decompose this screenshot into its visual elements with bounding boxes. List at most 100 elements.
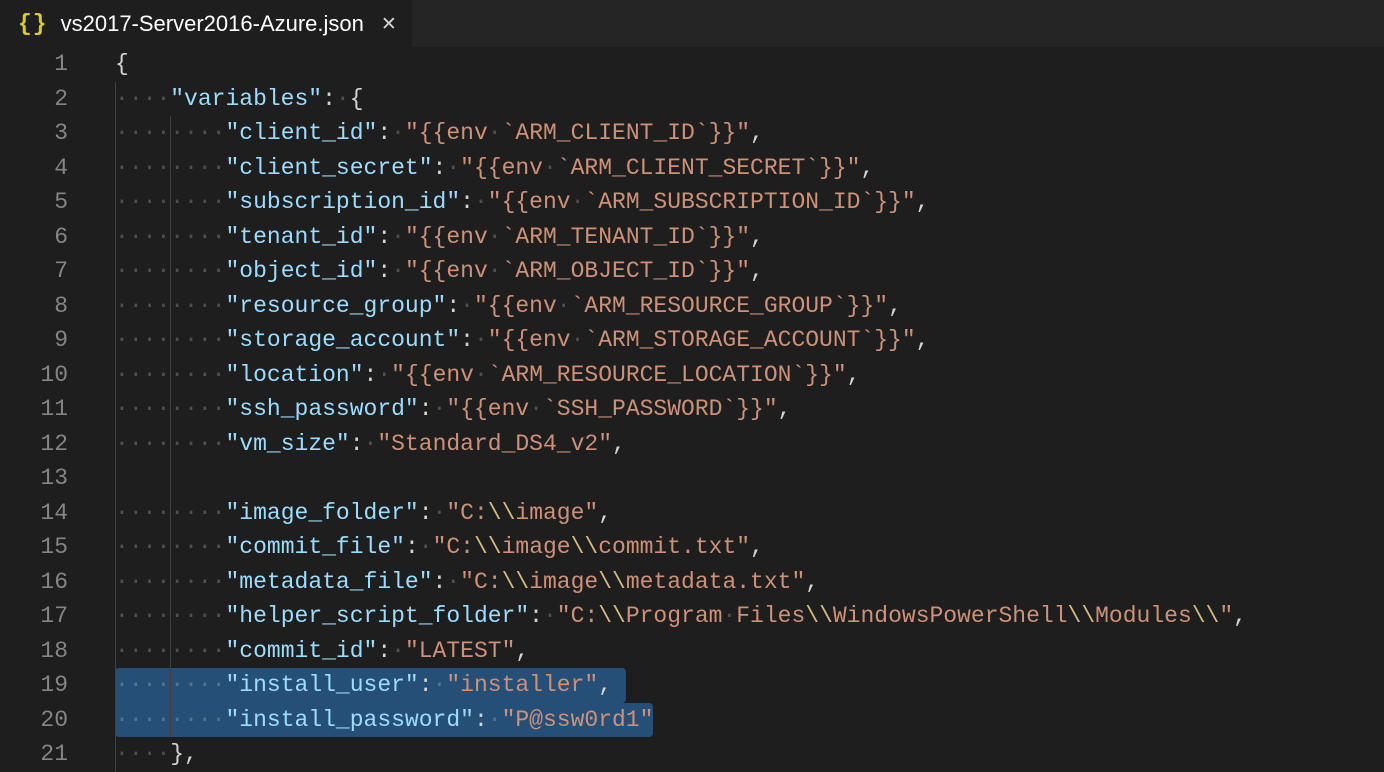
file-tab[interactable]: {} vs2017-Server2016-Azure.json ✕ bbox=[0, 0, 412, 47]
line-number[interactable]: 6 bbox=[0, 220, 115, 255]
line-number[interactable]: 11 bbox=[0, 392, 115, 427]
line-number[interactable]: 10 bbox=[0, 358, 115, 393]
tab-bar: {} vs2017-Server2016-Azure.json ✕ bbox=[0, 0, 1384, 47]
code-line[interactable]: 10········"location":·"{{env·`ARM_RESOUR… bbox=[0, 358, 1384, 393]
whitespace-dot: · bbox=[115, 638, 129, 664]
code-line-content[interactable] bbox=[115, 461, 1384, 496]
code-line[interactable]: 1{ bbox=[0, 47, 1384, 82]
whitespace-dot: · bbox=[156, 569, 170, 595]
code-line[interactable]: 19········"install_user":·"installer", bbox=[0, 668, 1384, 703]
code-line[interactable]: 2····"variables":·{ bbox=[0, 82, 1384, 117]
code-line-content[interactable]: ········"location":·"{{env·`ARM_RESOURCE… bbox=[115, 358, 1384, 393]
code-line-content[interactable]: ········"helper_script_folder":·"C:\\Pro… bbox=[115, 599, 1384, 634]
code-line-content[interactable]: ········"install_password":·"P@ssw0rd1" bbox=[115, 703, 1384, 738]
line-number[interactable]: 14 bbox=[0, 496, 115, 531]
code-line-content[interactable]: ········"client_secret":·"{{env·`ARM_CLI… bbox=[115, 151, 1384, 186]
code-line[interactable]: 14········"image_folder":·"C:\\image", bbox=[0, 496, 1384, 531]
code-line[interactable]: 13 bbox=[0, 461, 1384, 496]
whitespace-dot: · bbox=[212, 327, 226, 353]
line-number[interactable]: 20 bbox=[0, 703, 115, 738]
whitespace-dot: · bbox=[143, 603, 157, 629]
whitespace-dot: · bbox=[198, 224, 212, 250]
code-line[interactable]: 16········"metadata_file":·"C:\\image\\m… bbox=[0, 565, 1384, 600]
code-line-content[interactable]: ········"vm_size":·"Standard_DS4_v2", bbox=[115, 427, 1384, 462]
code-line[interactable]: 9········"storage_account":·"{{env·`ARM_… bbox=[0, 323, 1384, 358]
whitespace-dot: · bbox=[419, 534, 433, 560]
code-line-content[interactable]: ········"install_user":·"installer", bbox=[115, 668, 1384, 703]
code-line-content[interactable]: ····"variables":·{ bbox=[115, 82, 1384, 117]
tab-close-icon[interactable]: ✕ bbox=[381, 13, 397, 35]
whitespace-dot: · bbox=[156, 293, 170, 319]
code-line[interactable]: 21····}, bbox=[0, 737, 1384, 772]
code-line[interactable]: 15········"commit_file":·"C:\\image\\com… bbox=[0, 530, 1384, 565]
code-line-content[interactable]: ········"tenant_id":·"{{env·`ARM_TENANT_… bbox=[115, 220, 1384, 255]
code-editor[interactable]: 1{2····"variables":·{3········"client_id… bbox=[0, 47, 1384, 772]
code-line[interactable]: 4········"client_secret":·"{{env·`ARM_CL… bbox=[0, 151, 1384, 186]
whitespace-dot: · bbox=[170, 638, 184, 664]
whitespace-dot: · bbox=[115, 534, 129, 560]
line-number[interactable]: 17 bbox=[0, 599, 115, 634]
whitespace-dot: · bbox=[198, 327, 212, 353]
code-line[interactable]: 6········"tenant_id":·"{{env·`ARM_TENANT… bbox=[0, 220, 1384, 255]
code-line-content[interactable]: { bbox=[115, 47, 1384, 82]
code-line-content[interactable]: ········"resource_group":·"{{env·`ARM_RE… bbox=[115, 289, 1384, 324]
code-line[interactable]: 17········"helper_script_folder":·"C:\\P… bbox=[0, 599, 1384, 634]
line-number[interactable]: 5 bbox=[0, 185, 115, 220]
line-number[interactable]: 9 bbox=[0, 323, 115, 358]
whitespace-dot: · bbox=[170, 258, 184, 284]
line-number[interactable]: 18 bbox=[0, 634, 115, 669]
whitespace-dot: · bbox=[115, 155, 129, 181]
whitespace-dot: · bbox=[129, 155, 143, 181]
code-line[interactable]: 12········"vm_size":·"Standard_DS4_v2", bbox=[0, 427, 1384, 462]
whitespace-dot: · bbox=[184, 155, 198, 181]
whitespace-dot: · bbox=[156, 189, 170, 215]
code-line-content[interactable]: ········"commit_id":·"LATEST", bbox=[115, 634, 1384, 669]
code-line-content[interactable]: ········"ssh_password":·"{{env·`SSH_PASS… bbox=[115, 392, 1384, 427]
code-line-content[interactable]: ········"subscription_id":·"{{env·`ARM_S… bbox=[115, 185, 1384, 220]
whitespace-dot: · bbox=[391, 120, 405, 146]
whitespace-dot: · bbox=[391, 638, 405, 664]
indent-guide bbox=[115, 461, 116, 496]
code-line-content[interactable]: ········"storage_account":·"{{env·`ARM_S… bbox=[115, 323, 1384, 358]
whitespace-dot: · bbox=[115, 327, 129, 353]
code-line-content[interactable]: ········"image_folder":·"C:\\image", bbox=[115, 496, 1384, 531]
whitespace-dot: · bbox=[488, 120, 502, 146]
code-line-content[interactable]: ····}, bbox=[115, 737, 1384, 772]
line-number[interactable]: 15 bbox=[0, 530, 115, 565]
code-line[interactable]: 8········"resource_group":·"{{env·`ARM_R… bbox=[0, 289, 1384, 324]
line-number[interactable]: 12 bbox=[0, 427, 115, 462]
code-text: { bbox=[115, 51, 129, 77]
code-line-content[interactable]: ········"object_id":·"{{env·`ARM_OBJECT_… bbox=[115, 254, 1384, 289]
line-number[interactable]: 13 bbox=[0, 461, 115, 496]
code-line[interactable]: 18········"commit_id":·"LATEST", bbox=[0, 634, 1384, 669]
line-number[interactable]: 4 bbox=[0, 151, 115, 186]
code-line-content[interactable]: ········"client_id":·"{{env·`ARM_CLIENT_… bbox=[115, 116, 1384, 151]
whitespace-dot: · bbox=[156, 741, 170, 767]
line-number[interactable]: 21 bbox=[0, 737, 115, 772]
line-number[interactable]: 16 bbox=[0, 565, 115, 600]
line-number[interactable]: 1 bbox=[0, 47, 115, 82]
whitespace-dot: · bbox=[156, 86, 170, 112]
code-line-content[interactable]: ········"metadata_file":·"C:\\image\\met… bbox=[115, 565, 1384, 600]
whitespace-dot: · bbox=[143, 707, 157, 733]
whitespace-dot: · bbox=[446, 569, 460, 595]
code-line[interactable]: 5········"subscription_id":·"{{env·`ARM_… bbox=[0, 185, 1384, 220]
line-number[interactable]: 3 bbox=[0, 116, 115, 151]
code-text: ········"image_folder":·"C:\\image", bbox=[115, 500, 612, 526]
code-line-content[interactable]: ········"commit_file":·"C:\\image\\commi… bbox=[115, 530, 1384, 565]
code-line[interactable]: 20········"install_password":·"P@ssw0rd1… bbox=[0, 703, 1384, 738]
line-number[interactable]: 2 bbox=[0, 82, 115, 117]
whitespace-dot: · bbox=[143, 120, 157, 146]
whitespace-dot: · bbox=[143, 569, 157, 595]
code-line[interactable]: 11········"ssh_password":·"{{env·`SSH_PA… bbox=[0, 392, 1384, 427]
whitespace-dot: · bbox=[129, 362, 143, 388]
whitespace-dot: · bbox=[115, 362, 129, 388]
whitespace-dot: · bbox=[212, 189, 226, 215]
whitespace-dot: · bbox=[198, 431, 212, 457]
line-number[interactable]: 7 bbox=[0, 254, 115, 289]
line-number[interactable]: 19 bbox=[0, 668, 115, 703]
code-line[interactable]: 3········"client_id":·"{{env·`ARM_CLIENT… bbox=[0, 116, 1384, 151]
whitespace-dot: · bbox=[129, 534, 143, 560]
code-line[interactable]: 7········"object_id":·"{{env·`ARM_OBJECT… bbox=[0, 254, 1384, 289]
line-number[interactable]: 8 bbox=[0, 289, 115, 324]
